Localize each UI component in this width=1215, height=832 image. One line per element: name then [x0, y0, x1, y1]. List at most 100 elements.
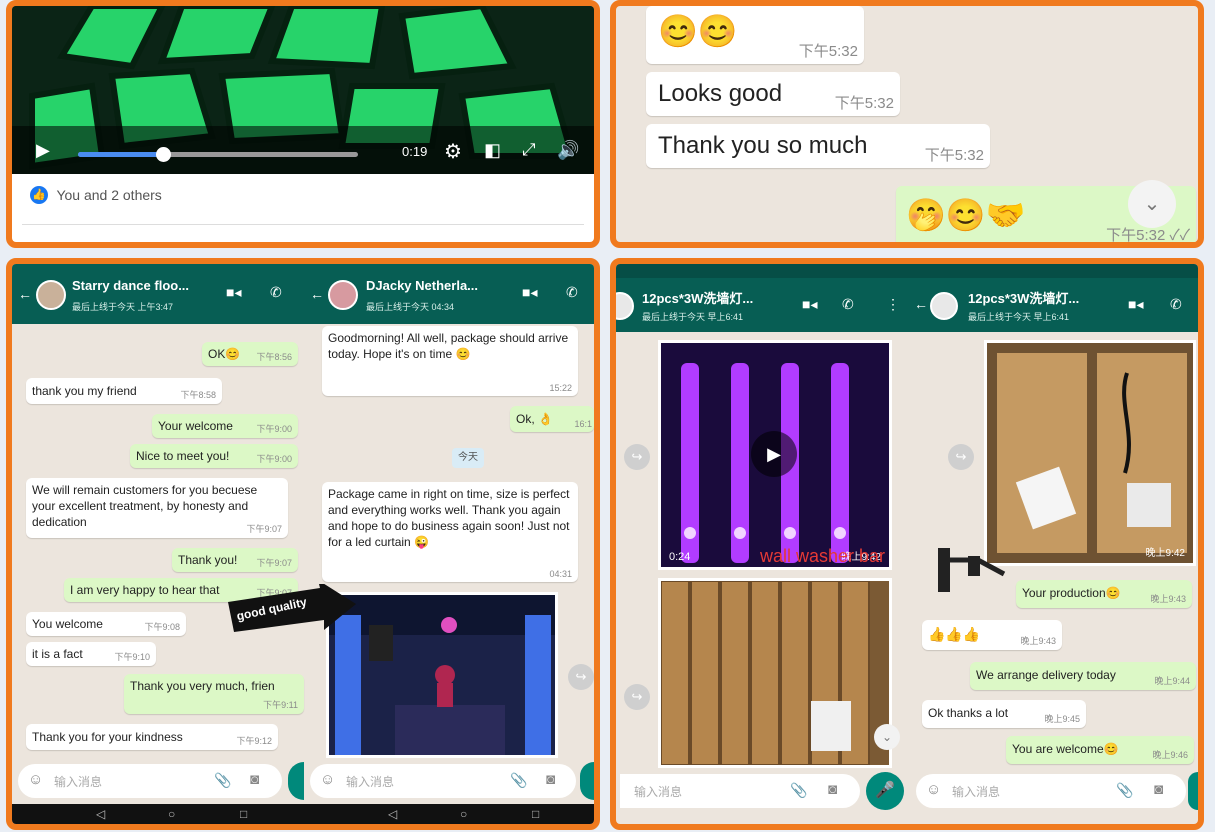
camera-icon[interactable]: ◙	[1154, 781, 1163, 798]
message-input[interactable]: ☺ 输入消息 📎 ◙	[310, 764, 576, 798]
back-arrow-icon[interactable]: ←	[310, 286, 324, 302]
message-bubble: 😊😊 下午5:32	[646, 6, 864, 64]
phone-icon[interactable]: ✆	[1170, 296, 1182, 313]
mic-button[interactable]: 🎤	[866, 772, 904, 810]
message-bubble: Ok, 👌 16:1	[510, 406, 594, 432]
video-progress-bar[interactable]	[78, 147, 358, 162]
contact-name[interactable]: 12pcs*3W洗墙灯...	[642, 288, 792, 307]
message-bubble: 👍👍👍 晚上9:43	[922, 620, 1062, 650]
contact-name[interactable]: 12pcs*3W洗墙灯...	[968, 288, 1118, 307]
nav-back-icon[interactable]: ◁	[96, 807, 105, 821]
camera-icon[interactable]: ◙	[828, 781, 837, 798]
camera-icon[interactable]: ◙	[250, 771, 259, 788]
avatar[interactable]	[930, 292, 958, 320]
chat-b: ← DJacky Netherla... 最后上线于今天 04:34 ■◂ ✆ …	[304, 264, 594, 824]
message-bubble: Goodmorning! All well, package should ar…	[322, 326, 578, 396]
video-frame[interactable]: ▶ 0:19 ⚙ ◧ ⤢ 🔊	[12, 6, 594, 174]
boxes-image	[661, 581, 889, 765]
scroll-down-button[interactable]: ⌄	[874, 724, 900, 750]
camera-icon[interactable]: ◙	[546, 771, 555, 788]
chat-pair-left-panel: ← Starry dance floo... 最后上线于今天 上午3:47 ■◂…	[6, 258, 600, 830]
annotation-arrow: good quality	[228, 580, 358, 634]
message-bubble: Looks good 下午5:32	[646, 72, 900, 116]
nav-recents-icon[interactable]: □	[240, 807, 247, 821]
image-message[interactable]: 晚上9:42	[984, 340, 1196, 566]
avatar[interactable]	[616, 292, 634, 320]
miniplayer-icon[interactable]: ◧	[484, 140, 501, 161]
divider	[22, 224, 584, 225]
video-call-icon[interactable]: ■◂	[1128, 296, 1143, 313]
message-input[interactable]: 输入消息 📎 ◙	[620, 774, 860, 808]
message-bubble: OK😊 下午8:56	[202, 342, 298, 366]
last-seen: 最后上线于今天 早上6:41	[642, 312, 744, 322]
dj-stage-image	[329, 595, 555, 755]
overlay-label: wall washer bar	[760, 546, 886, 566]
attach-icon[interactable]: 📎	[1116, 782, 1133, 799]
message-bubble: Ok thanks a lot 晚上9:45	[922, 700, 1086, 728]
avatar[interactable]	[328, 280, 358, 310]
scroll-down-button[interactable]: ⌄	[1128, 180, 1176, 228]
forward-icon[interactable]: ↪	[624, 444, 650, 470]
last-seen: 最后上线于今天 上午3:47	[72, 302, 174, 312]
progress-knob[interactable]	[156, 147, 171, 162]
more-options-icon[interactable]: ⋮	[886, 296, 900, 313]
chat-d: ← 12pcs*3W洗墙灯... 最后上线于今天 早上6:41 ■◂ ✆ 晚上9…	[912, 264, 1198, 824]
concert-photo[interactable]	[326, 592, 558, 758]
forward-icon[interactable]: ↪	[624, 684, 650, 710]
emoji-icon[interactable]: ☺	[320, 771, 335, 788]
phone-icon[interactable]: ✆	[842, 296, 854, 313]
message-bubble: Thank you very much, frien 下午9:11	[124, 674, 304, 714]
phone-icon[interactable]: ✆	[566, 284, 578, 301]
nav-home-icon[interactable]: ○	[168, 807, 175, 821]
mic-button[interactable]	[1188, 772, 1198, 810]
contact-name[interactable]: Starry dance floo...	[72, 278, 222, 293]
message-input[interactable]: ☺ 输入消息 📎 ◙	[916, 774, 1186, 808]
message-bubble: Thank you! 下午9:07	[172, 548, 298, 572]
nav-recents-icon[interactable]: □	[532, 807, 539, 821]
like-icon: 👍	[30, 186, 48, 204]
gear-icon[interactable]: ⚙	[444, 139, 462, 164]
reactions-text: You and 2 others	[56, 187, 162, 203]
attach-icon[interactable]: 📎	[214, 772, 231, 789]
boxes-with-papers-image	[987, 343, 1193, 563]
back-arrow-icon[interactable]: ←	[914, 296, 928, 312]
attach-icon[interactable]: 📎	[790, 782, 807, 799]
chat-a: ← Starry dance floo... 最后上线于今天 上午3:47 ■◂…	[12, 264, 304, 824]
message-bubble: it is a fact 下午9:10	[26, 642, 156, 666]
avatar[interactable]	[36, 280, 66, 310]
chat-b-header: ← DJacky Netherla... 最后上线于今天 04:34 ■◂ ✆	[304, 264, 594, 324]
chat-d-header: ← 12pcs*3W洗墙灯... 最后上线于今天 早上6:41 ■◂ ✆	[912, 278, 1198, 332]
nav-back-icon[interactable]: ◁	[388, 807, 397, 821]
message-bubble: Your welcome 下午9:00	[152, 414, 298, 438]
video-call-icon[interactable]: ■◂	[802, 296, 817, 313]
video-duration: 0:24	[669, 551, 691, 563]
play-icon[interactable]: ▶	[36, 140, 50, 161]
message-bubble: Package came in right on time, size is p…	[322, 482, 578, 582]
chat-c: 12pcs*3W洗墙灯... 最后上线于今天 早上6:41 ■◂ ✆ ⋮ ▶ 0	[616, 264, 912, 824]
forward-icon[interactable]: ↪	[568, 664, 594, 690]
phone-icon[interactable]: ✆	[270, 284, 282, 301]
mic-button[interactable]	[288, 762, 304, 800]
attach-icon[interactable]: 📎	[510, 772, 527, 789]
green-cubes-image	[12, 6, 594, 174]
video-call-icon[interactable]: ■◂	[226, 284, 241, 301]
volume-icon[interactable]: 🔊	[557, 140, 579, 161]
nav-home-icon[interactable]: ○	[460, 807, 467, 821]
emoji-icon[interactable]: ☺	[28, 771, 43, 788]
last-seen: 最后上线于今天 04:34	[366, 302, 455, 312]
play-button[interactable]: ▶	[751, 431, 797, 477]
fullscreen-icon[interactable]: ⤢	[522, 140, 536, 160]
emoji-icon[interactable]: ☺	[926, 781, 941, 798]
forward-icon[interactable]: ↪	[948, 444, 974, 470]
last-seen: 最后上线于今天 早上6:41	[968, 312, 1070, 322]
video-message[interactable]: ▶ 0:24 晚上9:42	[658, 340, 892, 570]
reactions-row[interactable]: 👍 You and 2 others	[30, 186, 162, 208]
image-message[interactable]	[658, 578, 892, 768]
message-input[interactable]: ☺ 输入消息 📎 ◙	[18, 764, 282, 798]
chat-pair-right-panel: 12pcs*3W洗墙灯... 最后上线于今天 早上6:41 ■◂ ✆ ⋮ ▶ 0	[610, 258, 1204, 830]
message-bubble: Nice to meet you! 下午9:00	[130, 444, 298, 468]
contact-name[interactable]: DJacky Netherla...	[366, 278, 512, 293]
video-call-icon[interactable]: ■◂	[522, 284, 537, 301]
back-arrow-icon[interactable]: ←	[18, 286, 32, 302]
mic-button[interactable]	[580, 762, 594, 800]
